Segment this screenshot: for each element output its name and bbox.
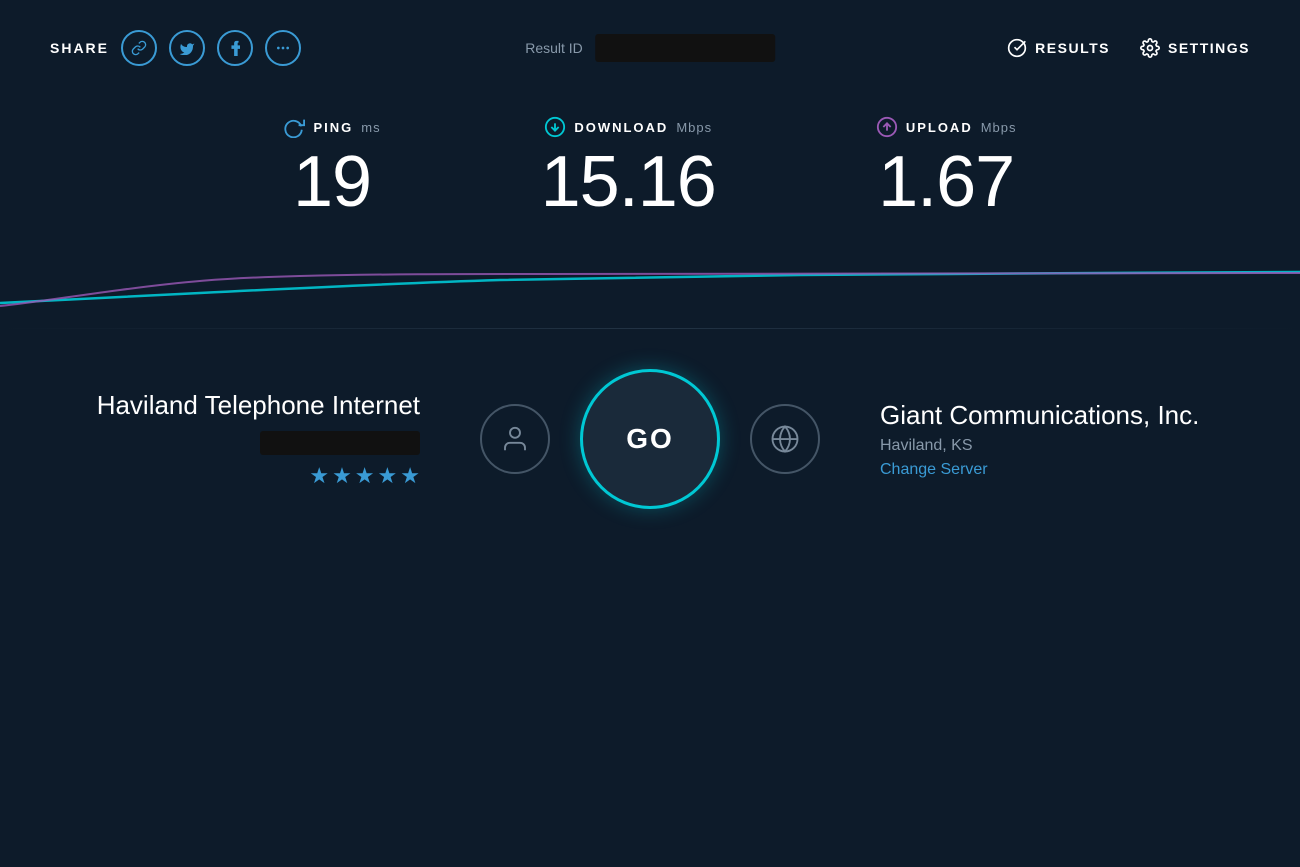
star-4: ★ xyxy=(378,463,398,489)
result-id-label: Result ID xyxy=(525,40,583,56)
ping-value: 19 xyxy=(293,146,371,218)
download-value: 15.16 xyxy=(541,146,716,218)
download-header: DOWNLOAD Mbps xyxy=(544,116,712,138)
settings-nav[interactable]: SETTINGS xyxy=(1140,38,1250,58)
result-id-section: Result ID xyxy=(525,34,775,62)
settings-icon xyxy=(1140,38,1160,58)
star-2: ★ xyxy=(332,463,352,489)
share-section: SHARE xyxy=(50,30,301,66)
go-button[interactable]: GO xyxy=(580,369,720,509)
change-server-link[interactable]: Change Server xyxy=(880,461,1220,479)
download-stat: DOWNLOAD Mbps 15.16 xyxy=(461,116,796,218)
star-5: ★ xyxy=(400,463,420,489)
server-name: Giant Communications, Inc. xyxy=(880,399,1220,433)
isp-name: Haviland Telephone Internet xyxy=(80,389,420,423)
download-unit: Mbps xyxy=(676,120,712,135)
user-icon xyxy=(500,424,530,454)
download-icon xyxy=(544,116,566,138)
more-icon[interactable] xyxy=(265,30,301,66)
ping-header: PING ms xyxy=(283,116,380,138)
upload-header: UPLOAD Mbps xyxy=(876,116,1017,138)
right-nav: RESULTS SETTINGS xyxy=(1007,38,1250,58)
twitter-icon[interactable] xyxy=(169,30,205,66)
upload-icon xyxy=(876,116,898,138)
settings-label: SETTINGS xyxy=(1168,40,1250,56)
globe-icon-button[interactable] xyxy=(750,404,820,474)
upload-stat: UPLOAD Mbps 1.67 xyxy=(796,116,1097,218)
star-3: ★ xyxy=(355,463,375,489)
download-label: DOWNLOAD xyxy=(574,120,668,135)
ping-unit: ms xyxy=(361,120,380,135)
star-rating: ★ ★ ★ ★ ★ xyxy=(80,463,420,489)
server-location: Haviland, KS xyxy=(880,437,1220,455)
graph-svg xyxy=(0,238,1300,318)
ping-icon xyxy=(283,116,305,138)
globe-icon xyxy=(770,424,800,454)
bottom-section: Haviland Telephone Internet ★ ★ ★ ★ ★ GO xyxy=(0,329,1300,549)
results-icon xyxy=(1007,38,1027,58)
upload-label: UPLOAD xyxy=(906,120,973,135)
isp-info: Haviland Telephone Internet ★ ★ ★ ★ ★ xyxy=(80,389,480,489)
stats-section: PING ms 19 DOWNLOAD Mbps 15.16 UPLOAD Mb… xyxy=(0,96,1300,228)
results-nav[interactable]: RESULTS xyxy=(1007,38,1110,58)
upload-value: 1.67 xyxy=(878,146,1014,218)
center-controls: GO xyxy=(480,369,820,509)
user-icon-button[interactable] xyxy=(480,404,550,474)
server-info: Giant Communications, Inc. Haviland, KS … xyxy=(820,399,1220,479)
star-1: ★ xyxy=(309,463,329,489)
ping-stat: PING ms 19 xyxy=(203,116,460,218)
go-button-label: GO xyxy=(626,423,674,455)
ping-label: PING xyxy=(313,120,353,135)
speed-graph xyxy=(0,238,1300,318)
upload-unit: Mbps xyxy=(981,120,1017,135)
isp-id-bar xyxy=(260,431,420,455)
link-icon[interactable] xyxy=(121,30,157,66)
results-label: RESULTS xyxy=(1035,40,1110,56)
header: SHARE Result ID xyxy=(0,0,1300,96)
result-id-value xyxy=(595,34,775,62)
share-label: SHARE xyxy=(50,40,109,56)
facebook-icon[interactable] xyxy=(217,30,253,66)
